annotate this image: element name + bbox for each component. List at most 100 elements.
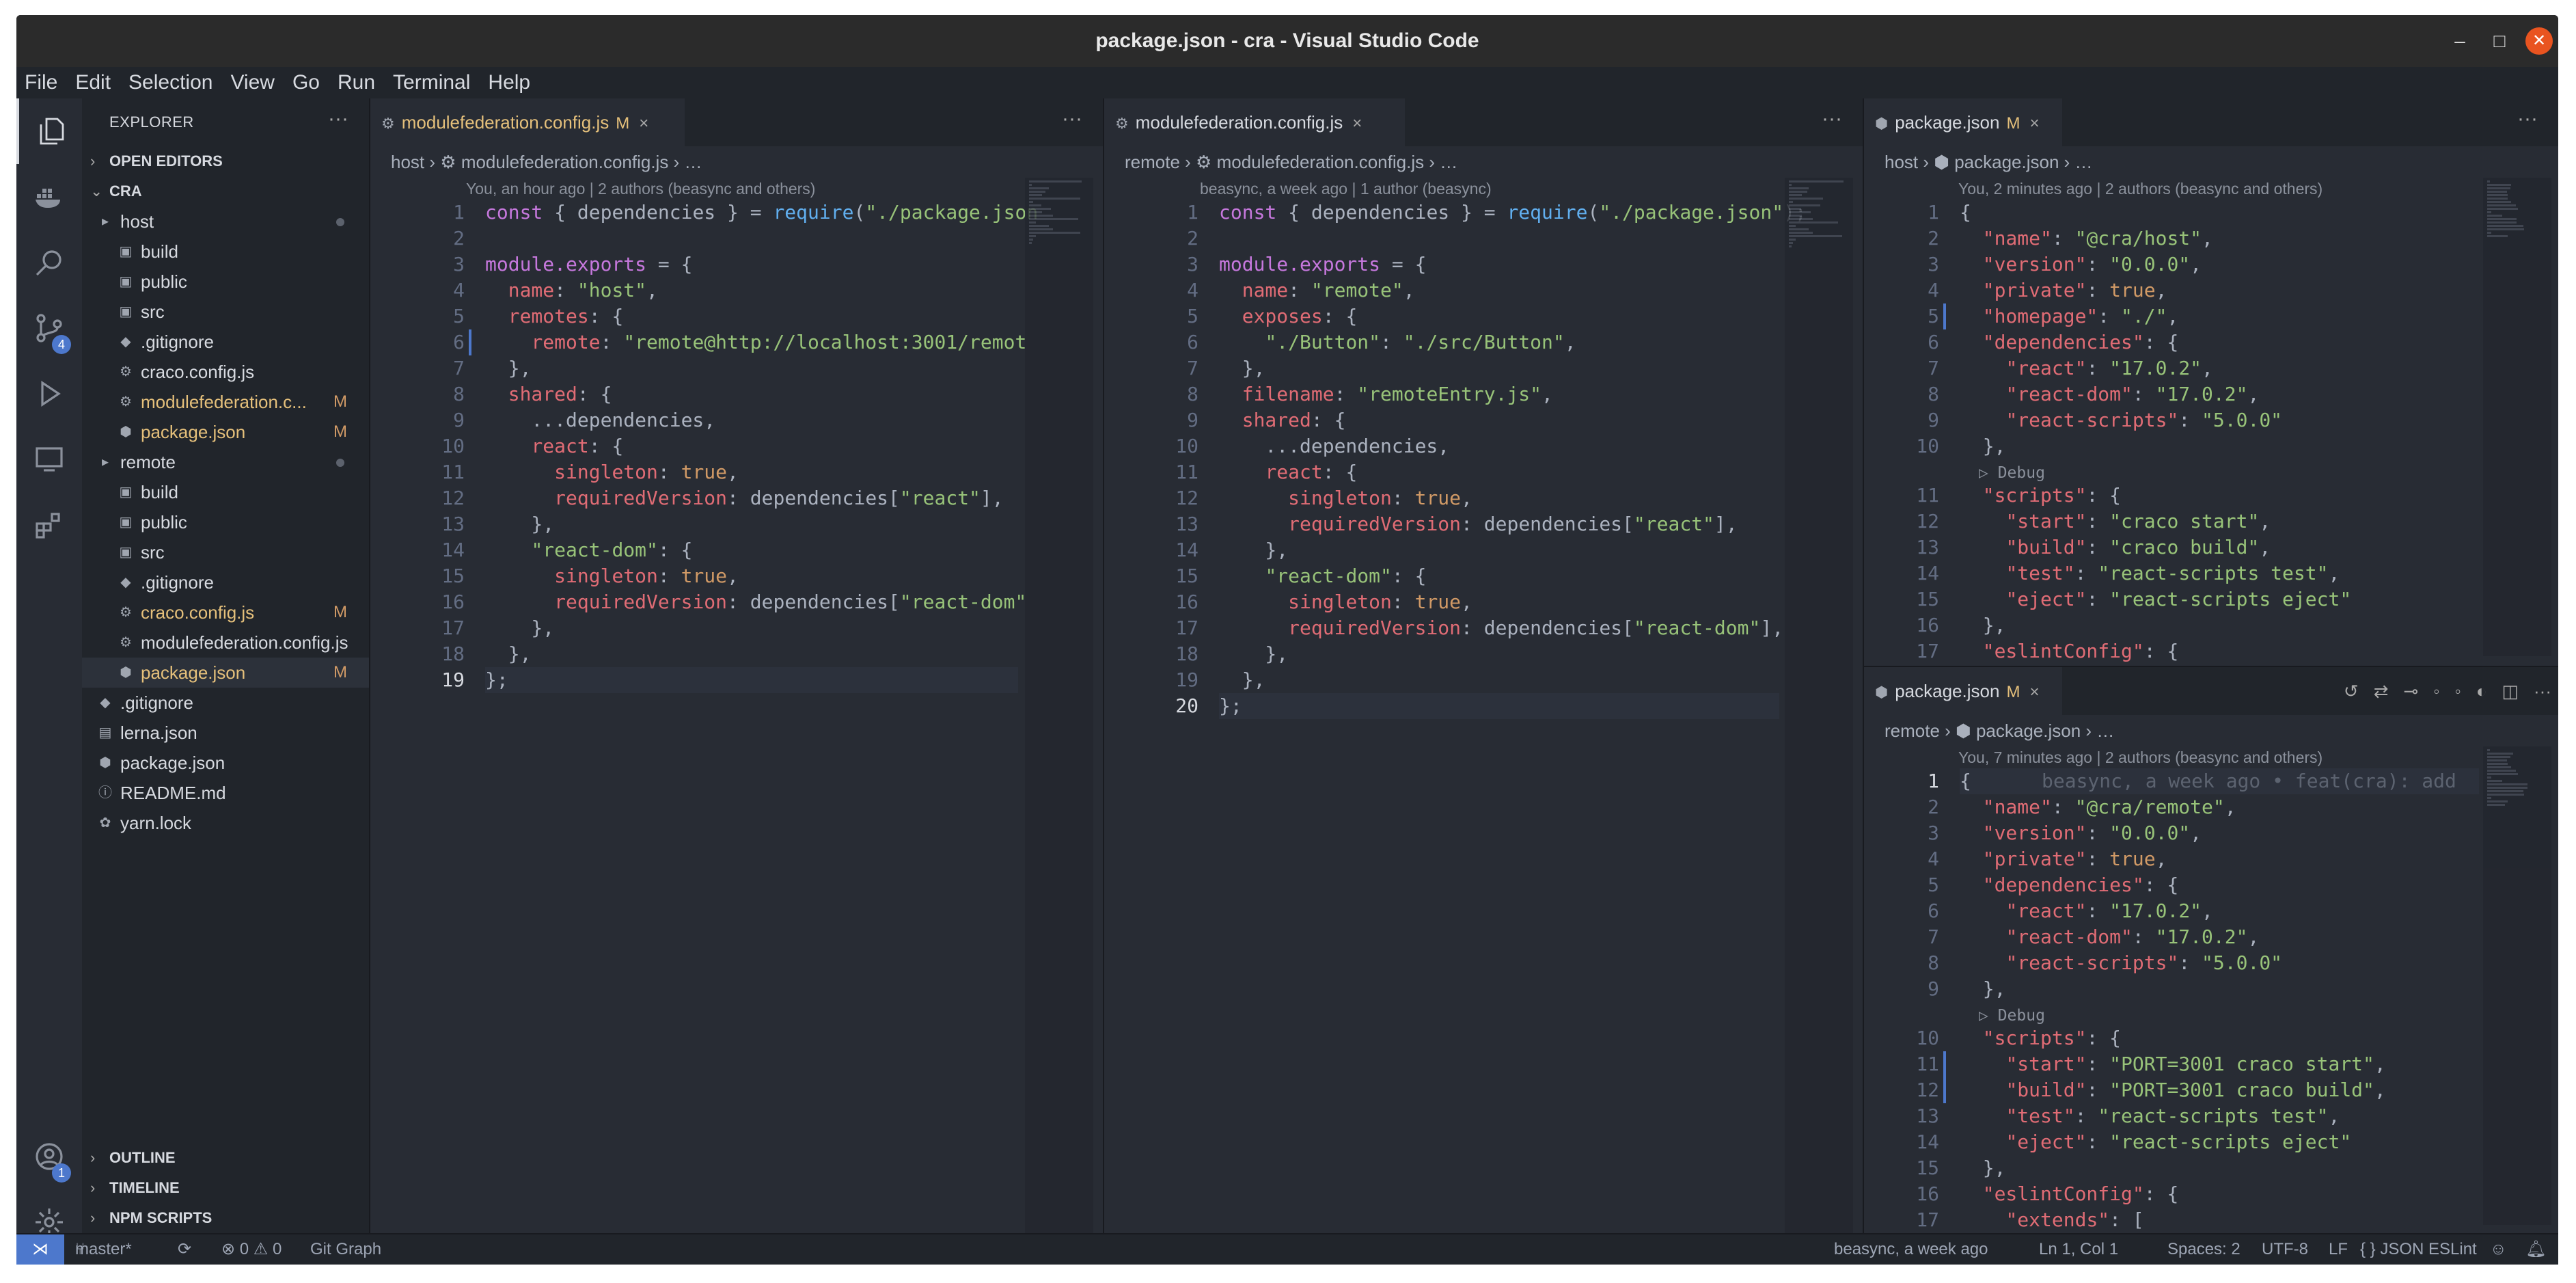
tree-item-remote[interactable]: ▸ remote bbox=[82, 447, 369, 477]
cra-root-section[interactable]: ⌄ CRA bbox=[82, 176, 369, 206]
remote-explorer-icon[interactable] bbox=[16, 427, 82, 492]
tree-item-modulefederation-config-js[interactable]: ⚙ modulefederation.config.js bbox=[82, 627, 369, 658]
minimap[interactable] bbox=[2483, 178, 2551, 656]
maximize-icon[interactable]: □ bbox=[2486, 27, 2513, 55]
extensions-icon[interactable] bbox=[16, 492, 82, 558]
indentation-status[interactable]: Spaces: 2 bbox=[2167, 1234, 2241, 1265]
blame-toggle-icon[interactable]: ◐ bbox=[2476, 667, 2487, 715]
tree-item-gitignore[interactable]: ◆ .gitignore bbox=[82, 327, 369, 357]
minimap[interactable] bbox=[1025, 178, 1093, 1233]
git-change-marker[interactable] bbox=[469, 329, 471, 355]
menu-view[interactable]: View bbox=[221, 67, 283, 98]
debug-codelens[interactable]: ▷ Debug bbox=[1979, 1005, 2045, 1027]
line-number: 12 bbox=[1916, 510, 1939, 532]
tree-item-gitignore[interactable]: ◆ .gitignore bbox=[82, 688, 369, 718]
docker-icon[interactable] bbox=[16, 164, 82, 230]
outline-section[interactable]: › OUTLINE bbox=[82, 1143, 369, 1173]
minimap-line bbox=[2487, 228, 2525, 230]
explorer-more-icon[interactable]: ··· bbox=[328, 98, 348, 139]
codelens-blame[interactable]: You, 2 minutes ago | 2 authors (beasync … bbox=[1958, 178, 2322, 200]
tree-item-build[interactable]: ▣ build bbox=[82, 237, 369, 267]
tree-item-lerna-json[interactable]: ▤ lerna.json bbox=[82, 718, 369, 748]
menu-edit[interactable]: Edit bbox=[66, 67, 120, 98]
source-control-icon[interactable]: 4 bbox=[16, 295, 82, 361]
sync-icon[interactable]: ⟳ bbox=[178, 1234, 191, 1265]
search-icon[interactable] bbox=[16, 230, 82, 295]
editor-more-icon[interactable]: ··· bbox=[2517, 98, 2538, 139]
minimap[interactable] bbox=[1785, 178, 1853, 1233]
git-change-marker[interactable] bbox=[1943, 1077, 1946, 1103]
git-commit-icon[interactable]: ⊸ bbox=[2403, 667, 2418, 715]
blame-status[interactable]: beasync, a week ago bbox=[1834, 1234, 1988, 1265]
editor-more-icon[interactable]: ··· bbox=[2534, 667, 2551, 715]
history-icon[interactable]: ↺ bbox=[2344, 667, 2359, 715]
editor-more-icon[interactable]: ··· bbox=[1822, 98, 1842, 139]
cursor-position-status[interactable]: Ln 1, Col 1 bbox=[2039, 1234, 2118, 1265]
tab-package-json-host[interactable]: ⬢ package.json M × bbox=[1864, 98, 2062, 146]
git-change-marker[interactable] bbox=[1943, 1051, 1946, 1077]
tree-item-package-json[interactable]: ⬢ package.json M bbox=[82, 417, 369, 447]
encoding-status[interactable]: UTF-8 bbox=[2262, 1234, 2308, 1265]
tree-item-src[interactable]: ▣ src bbox=[82, 537, 369, 567]
tree-item-src[interactable]: ▣ src bbox=[82, 297, 369, 327]
code-editor[interactable]: 1 const { dependencies } = require("./pac… bbox=[1104, 200, 1807, 1225]
close-window-icon[interactable]: ✕ bbox=[2525, 27, 2553, 55]
eslint-status[interactable]: ESLint bbox=[2428, 1234, 2477, 1265]
tree-item-craco-config-js[interactable]: ⚙ craco.config.js M bbox=[82, 597, 369, 627]
codelens-blame[interactable]: You, 7 minutes ago | 2 authors (beasync … bbox=[1958, 746, 2322, 768]
tree-item-package-json[interactable]: ⬢ package.json bbox=[82, 748, 369, 778]
codelens-blame[interactable]: You, an hour ago | 2 authors (beasync an… bbox=[466, 178, 815, 200]
npm-scripts-section[interactable]: › NPM SCRIPTS bbox=[82, 1203, 369, 1233]
tab-modulefederation-host[interactable]: ⚙ modulefederation.config.js M × bbox=[370, 98, 685, 146]
tree-item-public[interactable]: ▣ public bbox=[82, 507, 369, 537]
account-icon[interactable]: 1 bbox=[16, 1124, 82, 1189]
tree-item-modulefederation-c[interactable]: ⚙ modulefederation.c... M bbox=[82, 387, 369, 417]
problems-status[interactable]: ⊗ 0 ⚠ 0 bbox=[221, 1234, 282, 1265]
git-change-marker[interactable] bbox=[1943, 303, 1946, 329]
close-tab-icon[interactable]: × bbox=[2029, 683, 2039, 701]
tree-item-yarn-lock[interactable]: ✿ yarn.lock bbox=[82, 808, 369, 838]
git-graph-status[interactable]: Git Graph bbox=[310, 1234, 381, 1265]
eol-status[interactable]: LF bbox=[2329, 1234, 2348, 1265]
minimize-icon[interactable]: – bbox=[2446, 27, 2474, 55]
tree-item-public[interactable]: ▣ public bbox=[82, 267, 369, 297]
run-debug-icon[interactable] bbox=[16, 361, 82, 427]
minimap-line bbox=[2487, 749, 2490, 751]
debug-codelens[interactable]: ▷ Debug bbox=[1979, 462, 2045, 484]
explorer-icon[interactable] bbox=[16, 98, 82, 164]
timeline-section[interactable]: › TIMELINE bbox=[82, 1173, 369, 1203]
menu-selection[interactable]: Selection bbox=[120, 67, 221, 98]
menu-terminal[interactable]: Terminal bbox=[384, 67, 479, 98]
close-tab-icon[interactable]: × bbox=[1352, 114, 1362, 133]
tree-item-build[interactable]: ▣ build bbox=[82, 477, 369, 507]
tab-package-json-remote[interactable]: ⬢ package.json M × bbox=[1864, 667, 2062, 715]
tree-item-readme-md[interactable]: ⓘ README.md bbox=[82, 778, 369, 808]
language-status[interactable]: { } JSON bbox=[2360, 1234, 2424, 1265]
minimap[interactable] bbox=[2483, 746, 2551, 1225]
git-status-badge: M bbox=[333, 392, 347, 411]
close-tab-icon[interactable]: × bbox=[2029, 114, 2039, 133]
tree-item-craco-config-js[interactable]: ⚙ craco.config.js bbox=[82, 357, 369, 387]
previous-commit-icon[interactable]: ◦ bbox=[2433, 667, 2439, 715]
split-editor-icon[interactable]: ◫ bbox=[2502, 667, 2519, 715]
notifications-bell-icon[interactable]: 🔔︎ bbox=[2525, 1234, 2546, 1265]
tree-item-host[interactable]: ▸ host bbox=[82, 206, 369, 237]
menu-go[interactable]: Go bbox=[284, 67, 329, 98]
menu-run[interactable]: Run bbox=[329, 67, 384, 98]
close-tab-icon[interactable]: × bbox=[639, 114, 648, 133]
tree-item-package-json[interactable]: ⬢ package.json M bbox=[82, 658, 369, 688]
menu-help[interactable]: Help bbox=[479, 67, 539, 98]
open-editors-section[interactable]: › OPEN EDITORS bbox=[82, 146, 369, 176]
remote-indicator-icon[interactable]: ⋊ bbox=[16, 1234, 64, 1265]
next-commit-icon[interactable]: ◦ bbox=[2455, 667, 2461, 715]
menu-file[interactable]: File bbox=[16, 67, 66, 98]
code-editor[interactable]: 1 {2 "name": "@cra/host", 3 "version": "0.… bbox=[1864, 200, 2479, 666]
code-editor[interactable]: 1{beasync, a week ago • feat(cra): add 2 … bbox=[1864, 768, 2479, 1233]
tab-modulefederation-remote[interactable]: ⚙ modulefederation.config.js × bbox=[1104, 98, 1405, 146]
feedback-icon[interactable]: ☺ bbox=[2490, 1234, 2507, 1265]
open-changes-icon[interactable]: ⇄ bbox=[2374, 667, 2389, 715]
tree-item-gitignore[interactable]: ◆ .gitignore bbox=[82, 567, 369, 597]
editor-more-icon[interactable]: ··· bbox=[1062, 98, 1082, 139]
codelens-blame[interactable]: beasync, a week ago | 1 author (beasync) bbox=[1200, 178, 1492, 200]
code-editor[interactable]: 1 const { dependencies } = require("./pac… bbox=[370, 200, 1038, 1225]
